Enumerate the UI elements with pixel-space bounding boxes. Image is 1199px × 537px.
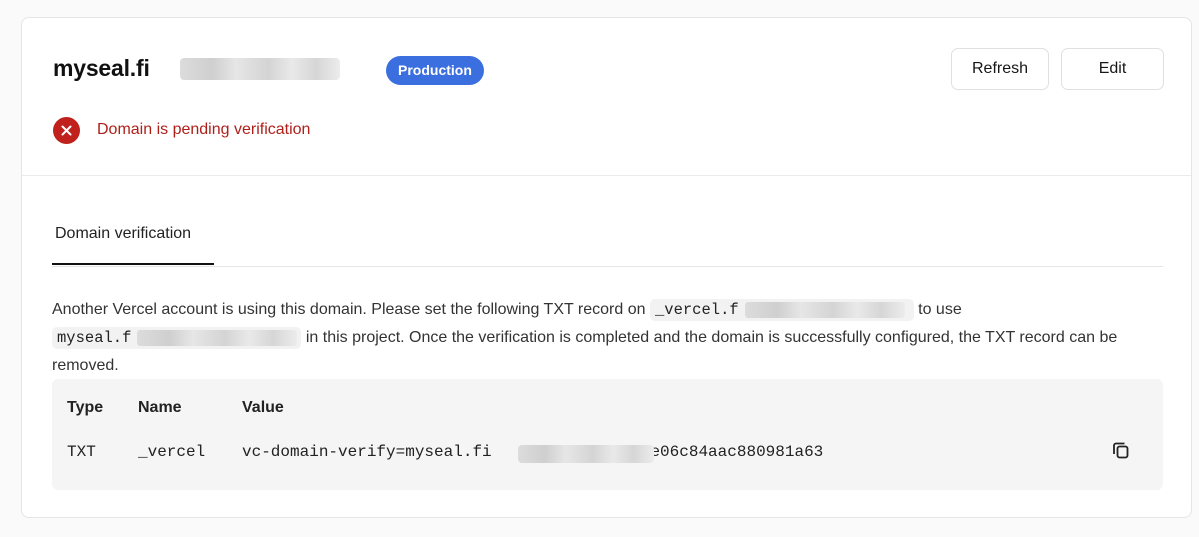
record-value-prefix: vc-domain-verify=myseal.fi [242,443,492,461]
domain-name: myseal.fi [53,55,150,81]
domain-code: myseal.f [52,327,302,349]
record-name: _vercel [138,443,206,461]
column-header-name: Name [138,399,182,416]
redacted-host-blur [744,302,905,318]
column-header-type: Type [67,399,104,416]
tab-bar: Domain verification [52,222,1163,267]
txt-host-code: _vercel.f [649,299,914,321]
tab-domain-verification[interactable]: Domain verification [52,222,214,265]
environment-badge: Production [386,56,484,85]
redacted-domain-code-blur [137,330,297,346]
status-text: Domain is pending verification [97,121,311,138]
description-text: Another Vercel account is using this dom… [52,301,650,318]
redacted-value-blur [518,445,654,463]
column-header-value: Value [242,399,284,416]
record-type: TXT [67,443,96,461]
refresh-button[interactable]: Refresh [951,48,1049,90]
domain-card: myseal.fi Production Refresh Edit Domain… [21,17,1192,518]
dns-record-table: Type Name Value TXT _vercel vc-domain-ve… [52,379,1163,490]
copy-value-button[interactable] [1108,439,1134,465]
domain-header: myseal.fi Production Refresh Edit Domain… [22,18,1191,176]
verification-description: Another Vercel account is using this dom… [52,296,1142,380]
domain-code-visible: myseal.f [57,329,132,347]
description-text: to use [913,301,962,318]
x-circle-icon [53,116,80,144]
txt-host-visible: _vercel.f [654,301,739,319]
edit-button[interactable]: Edit [1061,48,1164,90]
copy-icon [1111,440,1131,465]
redacted-domain-blur [180,58,340,80]
verification-status: Domain is pending verification [53,116,310,144]
